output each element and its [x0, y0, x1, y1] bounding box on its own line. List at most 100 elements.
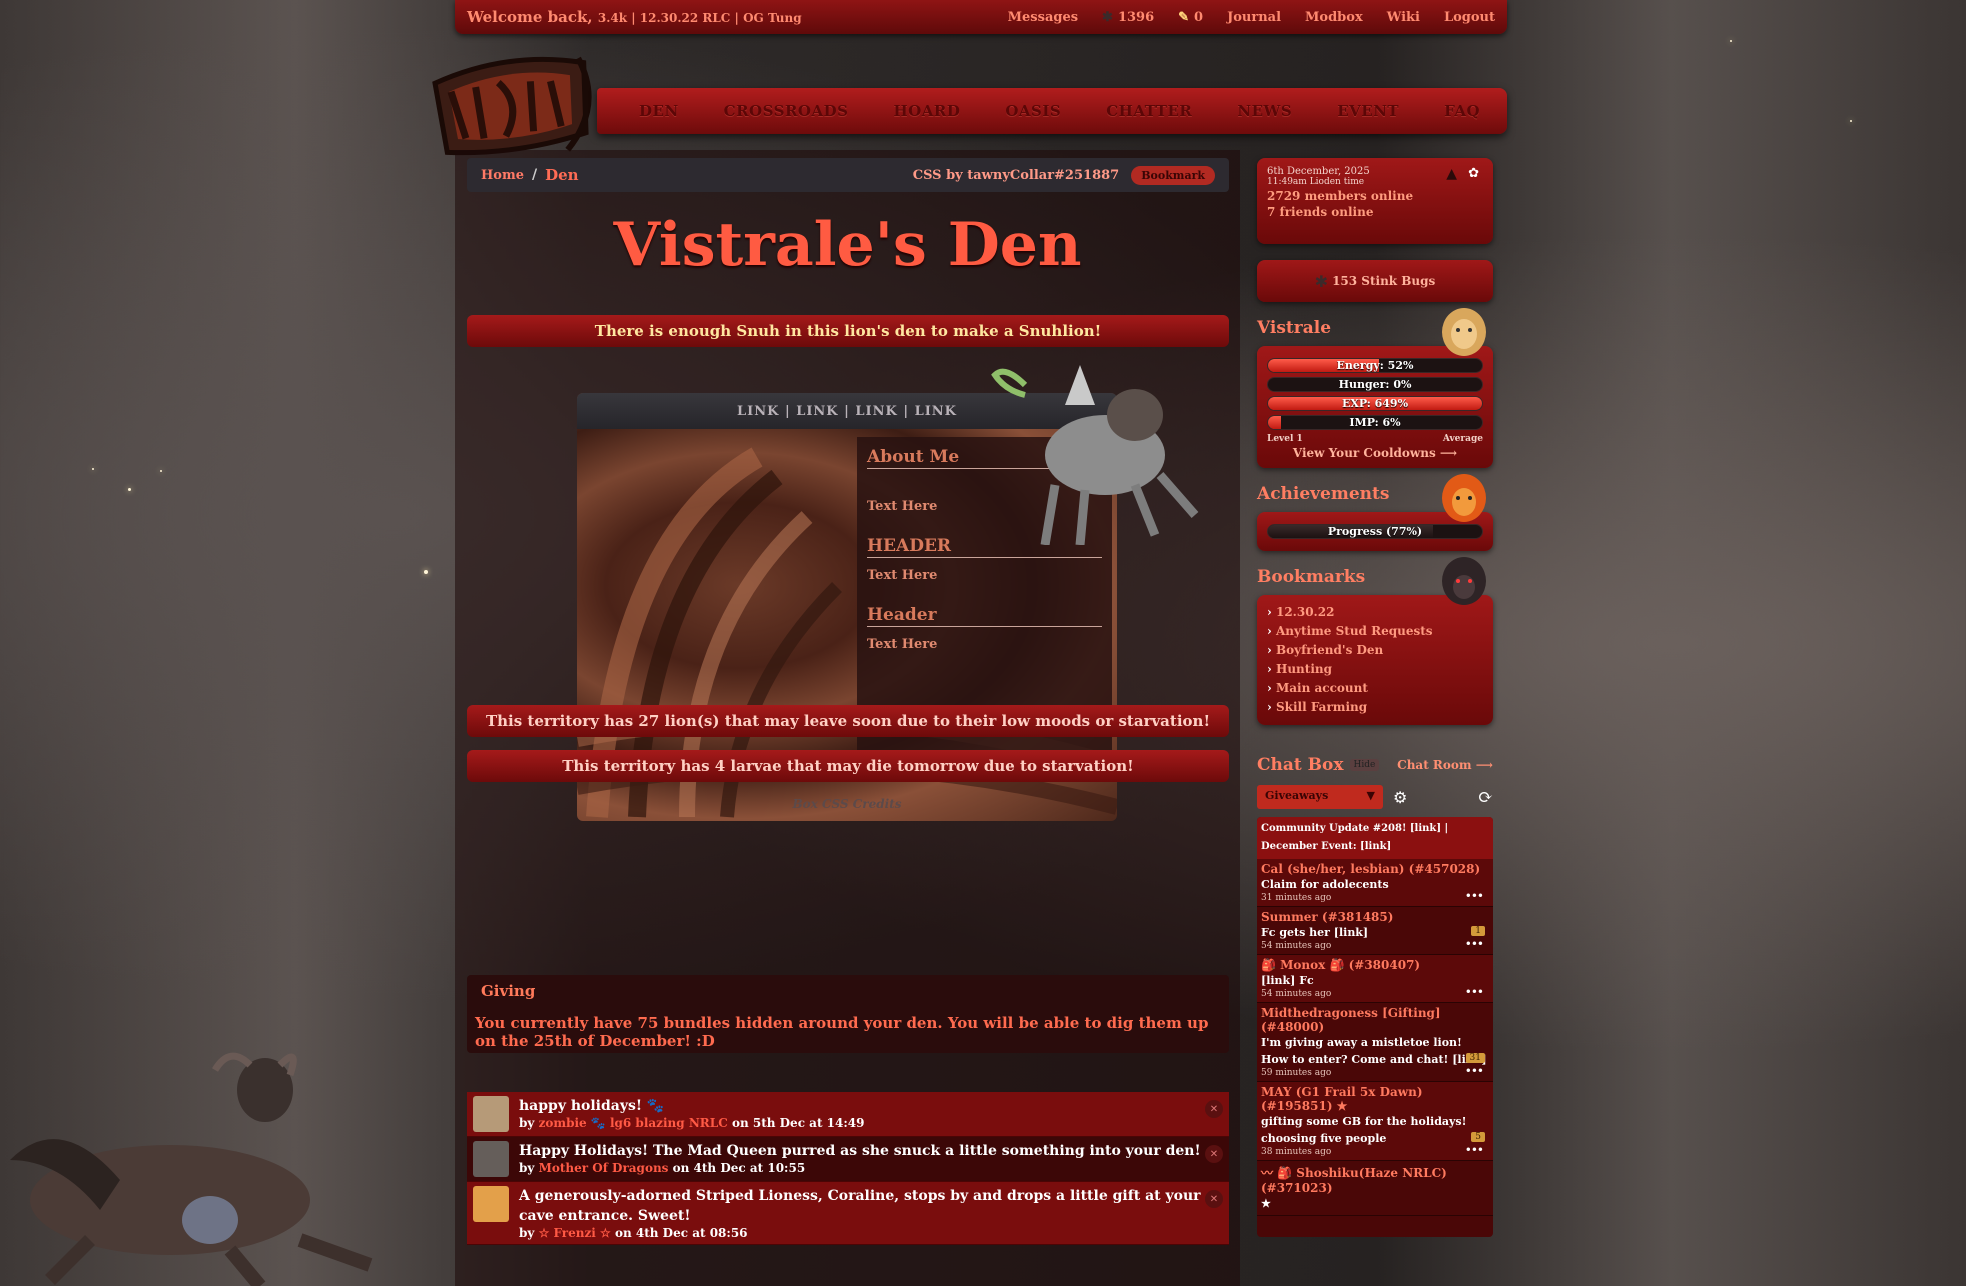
nav-event[interactable]: EVENT	[1337, 102, 1399, 120]
nav-news[interactable]: NEWS	[1237, 102, 1292, 120]
nav-chatter[interactable]: CHATTER	[1106, 102, 1192, 120]
feather-icon: ✎	[1178, 9, 1190, 25]
gear-icon[interactable]: ⚙	[1393, 788, 1407, 807]
achievement-progress-bar[interactable]: Progress (77%)	[1267, 524, 1483, 539]
exp-bar: EXP: 649%	[1267, 396, 1483, 411]
chat-username[interactable]: Midthedragoness [Gifting] (#48000)	[1261, 1006, 1489, 1034]
achievement-lion-icon[interactable]	[1439, 470, 1489, 526]
bookmark-link[interactable]: Boyfriend's Den	[1267, 641, 1483, 660]
flower-icon[interactable]: ✿	[1468, 166, 1479, 181]
gift-timestamp: on 4th Dec at 08:56	[614, 1226, 748, 1240]
chevron-down-icon: ▼	[1366, 789, 1375, 802]
css-credit-link[interactable]: CSS by tawnyCollar#251887	[913, 168, 1120, 183]
wiki-link[interactable]: Wiki	[1387, 10, 1420, 25]
dismiss-gift-button[interactable]: ✕	[1205, 1145, 1223, 1163]
page-title: Vistrale's Den	[613, 210, 1082, 280]
chat-room-link[interactable]: Chat Room ⟶	[1397, 758, 1493, 772]
sidebar: 6th December, 2025 11:49am Lioden time 2…	[1257, 158, 1493, 1237]
chat-username[interactable]: Summer (#381485)	[1261, 910, 1489, 924]
chat-username[interactable]: 〰 🎒 Shoshiku(Haze NRLC) (#371023)	[1261, 1164, 1489, 1195]
bookmark-link[interactable]: Skill Farming	[1267, 698, 1483, 717]
more-options-icon[interactable]: •••	[1465, 937, 1484, 951]
gift-sender-link[interactable]: zombie 🐾 lg6 blazing NRLC	[539, 1116, 728, 1130]
feather-counter[interactable]: ✎ 0	[1178, 10, 1203, 25]
bookmark-link[interactable]: Main account	[1267, 679, 1483, 698]
dismiss-gift-button[interactable]: ✕	[1205, 1100, 1223, 1118]
breadcrumb-home[interactable]: Home	[481, 168, 524, 183]
nav-faq[interactable]: FAQ	[1444, 102, 1480, 120]
chat-time: 59 minutes ago	[1261, 1068, 1332, 1078]
nav-oasis[interactable]: OASIS	[1005, 102, 1061, 120]
gift-by-label: by	[519, 1226, 535, 1240]
gift-message: happy holidays! 🐾	[519, 1098, 665, 1114]
imp-bar: IMP: 6%	[1267, 415, 1483, 430]
chat-message: Midthedragoness [Gifting] (#48000) I'm g…	[1257, 1003, 1493, 1082]
companion-creature-decoration	[10, 1052, 373, 1286]
welcome-detail: 3.4k | 12.30.22 RLC | OG Tung	[597, 11, 802, 25]
chat-channel-select[interactable]: Giveaways ▼	[1257, 785, 1383, 809]
breadcrumb: Home / Den CSS by tawnyCollar#251887 Boo…	[467, 158, 1229, 192]
chat-announcement[interactable]: Community Update #208! [link] | December…	[1257, 817, 1493, 859]
bug-counter[interactable]: ✱ 1396	[1102, 10, 1154, 25]
chat-message: Summer (#381485) Fc gets her [link] 54 m…	[1257, 907, 1493, 955]
bookmark-link[interactable]: Hunting	[1267, 660, 1483, 679]
chat-username[interactable]: MAY (G1 Frail 5x Dawn) (#195851) ★	[1261, 1085, 1489, 1113]
giving-section: Giving You currently have 75 bundles hid…	[467, 975, 1229, 1053]
more-options-icon[interactable]: •••	[1465, 1064, 1484, 1078]
chat-hide-button[interactable]: Hide	[1349, 759, 1380, 771]
lion-icon[interactable]: ▲	[1446, 166, 1457, 182]
journal-link[interactable]: Journal	[1227, 10, 1281, 25]
hunger-bar: Hunger: 0%	[1267, 377, 1483, 392]
chat-username[interactable]: Cal (she/her, lesbian) (#457028)	[1261, 862, 1489, 876]
chat-message: Cal (she/her, lesbian) (#457028) Claim f…	[1257, 859, 1493, 907]
chat-username[interactable]: 🎒 Monox 🎒 (#380407)	[1261, 958, 1489, 972]
chat-text: ★	[1261, 1197, 1271, 1210]
chat-text: [link] Fc	[1261, 974, 1314, 987]
chat-header: Chat Box Hide Chat Room ⟶	[1257, 755, 1493, 775]
larvae-warning-banner: This territory has 4 larvae that may die…	[467, 750, 1229, 782]
chat-text: Claim for adolecents	[1261, 878, 1389, 891]
modbox-link[interactable]: Modbox	[1305, 10, 1363, 25]
logout-link[interactable]: Logout	[1444, 10, 1495, 25]
bookmark-link[interactable]: Anytime Stud Requests	[1267, 622, 1483, 641]
refresh-icon[interactable]: ⟳	[1478, 787, 1493, 808]
more-options-icon[interactable]: •••	[1465, 1143, 1484, 1157]
bookmarks-heading: Bookmarks	[1257, 557, 1493, 605]
nav-crossroads[interactable]: CROSSROADS	[724, 102, 849, 120]
avatar[interactable]	[473, 1096, 509, 1132]
messages-link[interactable]: Messages	[1008, 10, 1078, 25]
gift-sender-link[interactable]: Mother Of Dragons	[539, 1161, 669, 1175]
avatar[interactable]	[473, 1141, 509, 1177]
bookmark-button[interactable]: Bookmark	[1131, 165, 1215, 185]
gift-sender-link[interactable]: ☆ Frenzi ☆	[539, 1226, 611, 1240]
chat-badge: 1	[1471, 926, 1485, 936]
lion-stats-box: Energy: 52% Hunger: 0% EXP: 649% IMP: 6%…	[1257, 346, 1493, 468]
header2-text: Text Here	[867, 637, 938, 652]
members-online[interactable]: 2729 members online	[1267, 189, 1483, 203]
nav-hoard[interactable]: HOARD	[893, 102, 960, 120]
achievements-heading: Achievements	[1257, 474, 1493, 522]
lion-avatar-icon[interactable]	[1439, 304, 1489, 360]
box-css-credits[interactable]: Box CSS Credits	[577, 797, 1117, 811]
chat-time: 38 minutes ago	[1261, 1147, 1332, 1157]
lion-name-heading: Vistrale	[1257, 308, 1493, 356]
chat-message: 〰 🎒 Shoshiku(Haze NRLC) (#371023) ★	[1257, 1161, 1493, 1216]
avatar[interactable]	[473, 1186, 509, 1222]
nav-den[interactable]: DEN	[639, 102, 679, 120]
chat-title: Chat Box	[1257, 755, 1344, 775]
more-options-icon[interactable]: •••	[1465, 889, 1484, 903]
dismiss-gift-button[interactable]: ✕	[1205, 1190, 1223, 1208]
top-bar: Welcome back, 3.4k | 12.30.22 RLC | OG T…	[455, 0, 1507, 34]
cooldowns-link[interactable]: View Your Cooldowns ⟶	[1267, 446, 1483, 460]
friends-online[interactable]: 7 friends online	[1267, 205, 1483, 219]
list-item: Happy Holidays! The Mad Queen purred as …	[467, 1137, 1229, 1182]
gift-log: happy holidays! 🐾 by zombie 🐾 lg6 blazin…	[467, 1092, 1229, 1286]
header-text: Text Here	[867, 568, 938, 583]
breadcrumb-current: Den	[545, 166, 579, 184]
gift-timestamp: on 4th Dec at 10:55	[672, 1161, 806, 1175]
stink-bugs-box[interactable]: ✱ 153 Stink Bugs	[1257, 260, 1493, 302]
giving-title: Giving	[481, 982, 536, 1000]
bookmark-lion-icon	[1442, 557, 1486, 605]
more-options-icon[interactable]: •••	[1465, 985, 1484, 999]
chat-time: 54 minutes ago	[1261, 989, 1332, 999]
